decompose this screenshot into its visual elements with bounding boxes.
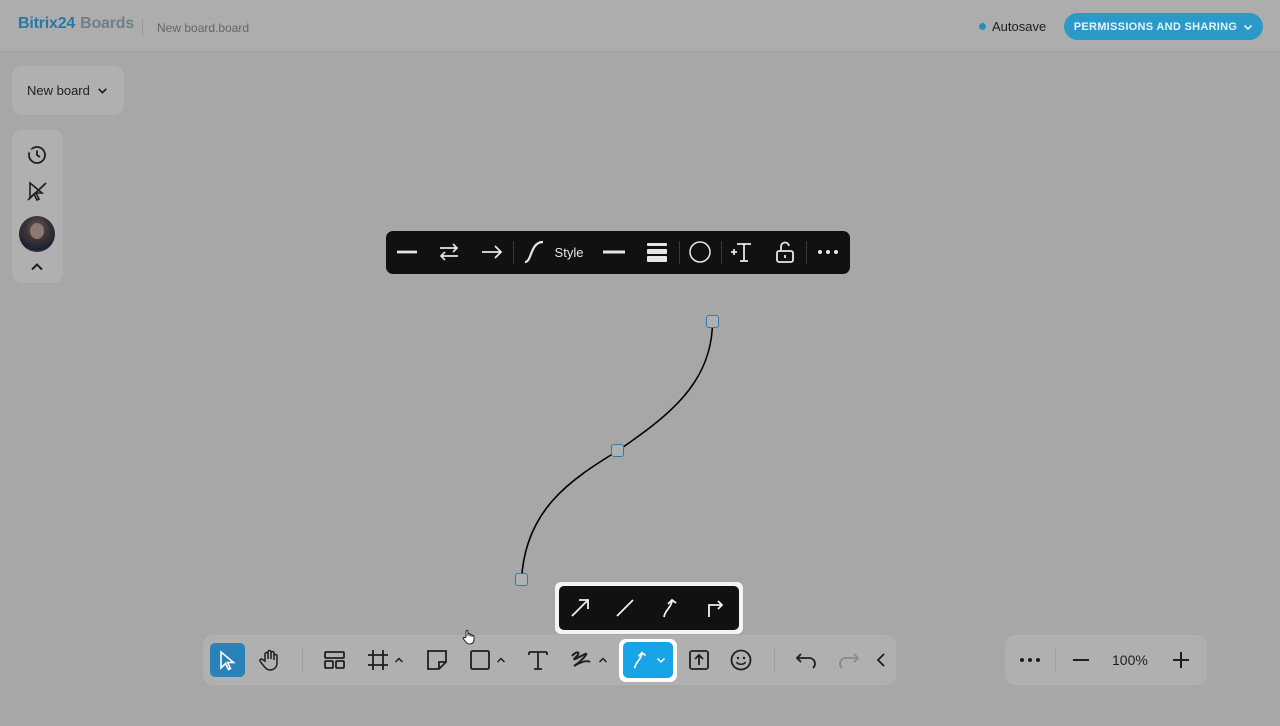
sticky-note-tool-icon[interactable] <box>425 648 449 672</box>
frame-expand-icon[interactable] <box>393 648 405 672</box>
connector-type-popup <box>555 582 743 634</box>
zoom-in-icon[interactable] <box>1169 648 1193 672</box>
connector-tool-active[interactable] <box>623 642 673 678</box>
straight-line-icon[interactable] <box>613 596 637 620</box>
line-start-handle[interactable] <box>515 573 528 586</box>
zoom-level[interactable]: 100% <box>1112 652 1148 668</box>
frame-tool-icon[interactable] <box>366 648 390 672</box>
pen-expand-icon[interactable] <box>597 648 609 672</box>
select-tool-icon[interactable] <box>215 648 239 672</box>
shape-expand-icon[interactable] <box>495 648 507 672</box>
more-icon[interactable] <box>1018 648 1042 672</box>
toolbar-divider <box>302 648 303 672</box>
collapse-toolbar-icon[interactable] <box>874 648 888 672</box>
zoom-out-icon[interactable] <box>1069 648 1093 672</box>
zoom-divider <box>1055 648 1056 672</box>
straight-arrow-icon[interactable] <box>568 596 592 620</box>
hand-tool-icon[interactable] <box>258 648 282 672</box>
toolbar-divider <box>774 648 775 672</box>
bottom-toolbar <box>203 635 896 685</box>
text-tool-icon[interactable] <box>526 648 550 672</box>
pen-tool-icon[interactable] <box>569 648 593 672</box>
hand-cursor-icon <box>462 629 476 645</box>
shape-tool-icon[interactable] <box>468 648 492 672</box>
connector-type-list <box>559 586 739 630</box>
elbow-arrow-icon[interactable] <box>703 596 727 620</box>
redo-icon[interactable] <box>837 648 861 672</box>
line-end-handle[interactable] <box>706 315 719 328</box>
line-mid-handle[interactable] <box>611 444 624 457</box>
upload-tool-icon[interactable] <box>687 648 711 672</box>
curved-arrow-icon[interactable] <box>658 596 682 620</box>
chevron-down-icon <box>656 655 666 665</box>
emoji-tool-icon[interactable] <box>729 648 753 672</box>
templates-tool-icon[interactable] <box>323 648 347 672</box>
zoom-panel: 100% <box>1005 635 1207 685</box>
connector-curve-icon <box>631 650 651 670</box>
undo-icon[interactable] <box>794 648 818 672</box>
connector-tool-button[interactable] <box>619 639 677 682</box>
